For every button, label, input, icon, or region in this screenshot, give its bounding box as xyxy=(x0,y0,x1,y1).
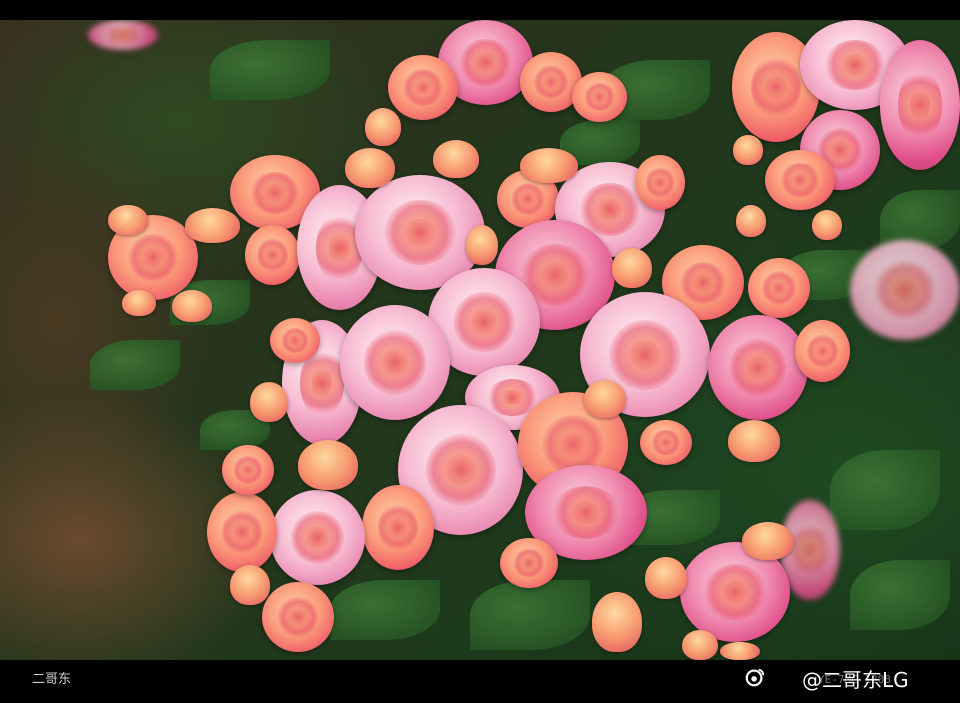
rose-flower xyxy=(340,305,450,420)
leaf xyxy=(210,40,330,100)
rose-flower xyxy=(850,240,960,340)
rose-flower xyxy=(88,20,158,50)
leaf xyxy=(330,580,440,640)
rose-bud xyxy=(728,420,780,462)
rose-bud xyxy=(742,522,794,560)
rose-flower xyxy=(748,258,810,318)
leaf xyxy=(830,450,940,530)
rose-bud xyxy=(720,642,760,660)
leaf xyxy=(470,580,590,650)
rose-bud xyxy=(812,210,842,240)
rose-flower xyxy=(362,485,434,570)
rose-bud xyxy=(736,205,766,237)
rose-bud xyxy=(592,592,642,652)
rose-flower xyxy=(207,492,277,572)
rose-bud xyxy=(682,630,718,660)
rose-flower xyxy=(262,582,334,652)
rose-bud xyxy=(230,565,270,605)
leaf xyxy=(90,340,180,390)
rose-flower xyxy=(388,55,458,120)
rose-bud xyxy=(520,148,578,183)
rose-bud xyxy=(584,380,626,418)
rose-flower xyxy=(635,155,685,210)
rose-bud xyxy=(185,208,240,243)
rose-flower xyxy=(222,445,274,495)
rose-flower xyxy=(708,315,808,420)
rose-bud xyxy=(733,135,763,165)
bottom-letterbox-bar: 二哥东 YE-7MC 1208 @二哥东LG xyxy=(0,660,960,703)
rose-bud xyxy=(345,148,395,188)
rose-flower xyxy=(245,225,300,285)
rose-bud xyxy=(645,557,687,599)
rose-flower xyxy=(500,538,558,588)
rose-bud xyxy=(250,382,288,422)
rose-flower xyxy=(270,490,365,585)
rose-flower xyxy=(640,420,692,465)
weibo-logo-icon xyxy=(745,668,765,687)
rose-bud xyxy=(466,225,498,265)
watermark-text: @二哥东LG xyxy=(802,668,909,692)
rose-flower xyxy=(880,40,960,170)
photographer-signature: 二哥东 xyxy=(32,672,72,687)
rose-bud xyxy=(298,440,358,490)
rose-flower xyxy=(572,72,627,122)
rose-bud xyxy=(108,205,148,235)
rose-flower xyxy=(270,318,320,363)
rose-flower xyxy=(765,150,835,210)
rose-bud xyxy=(122,290,156,316)
rose-bud xyxy=(612,248,652,288)
rose-bud xyxy=(433,140,479,178)
top-letterbox-bar xyxy=(0,0,960,20)
rose-flower xyxy=(795,320,850,382)
rose-bud xyxy=(172,290,212,322)
rose-bud xyxy=(365,108,401,146)
leaf xyxy=(850,560,950,630)
rose-photo xyxy=(0,20,960,660)
